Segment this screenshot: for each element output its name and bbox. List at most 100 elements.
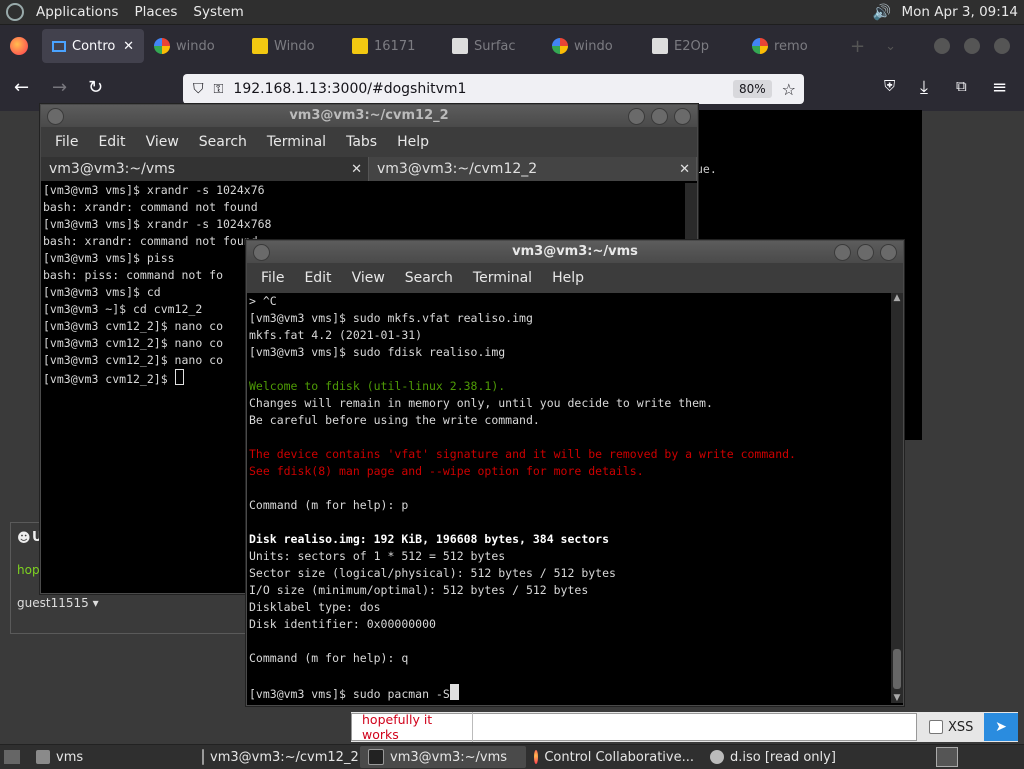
volume-icon[interactable]: 🔊 [873,3,892,21]
top-panel: Applications Places System 🔊 Mon Apr 3, … [0,0,1024,25]
terminal-line: [vm3@vm3 vms]$ xrandr -s 1024x768 [43,217,272,231]
places-menu[interactable]: Places [126,4,185,20]
terminal-line: [vm3@vm3 vms]$ sudo mkfs.vfat realiso.im… [249,311,533,325]
show-desktop-icon[interactable] [4,750,20,764]
terminal-line: Welcome to fdisk (util-linux 2.38.1). [249,379,506,393]
tab-label: E2Op [674,38,709,54]
terminal-scrollbar[interactable]: ▲ ▼ [891,293,903,703]
forward-arrow-icon[interactable]: → [52,77,67,98]
tab-control[interactable]: Contro ✕ [42,29,144,63]
browser-tab[interactable]: Windo [242,29,342,63]
close-tab-icon[interactable]: ✕ [351,162,362,177]
terminal-tab-vms[interactable]: vm3@vm3:~/vms ✕ [41,157,369,181]
browser-tab[interactable]: 16171 [342,29,442,63]
page-info-icon[interactable]: ⚿ [214,82,224,97]
pocket-icon[interactable]: ⛨ [884,77,895,95]
terminal-line: Disk realiso.img: 192 KiB, 196608 bytes,… [249,532,610,546]
menu-tabs[interactable]: Tabs [336,134,387,150]
hamburger-menu-icon[interactable]: ≡ [992,77,1007,98]
browser-tab[interactable]: windo [542,29,642,63]
terminal-window-front[interactable]: vm3@vm3:~/vms File Edit View Search Term… [246,240,904,706]
firefox-menu-icon[interactable] [10,37,28,55]
maximize-icon[interactable] [964,38,980,54]
bookmark-star-icon[interactable]: ☆ [782,80,796,99]
menu-edit[interactable]: Edit [88,134,135,150]
scroll-up-icon[interactable]: ▲ [891,293,903,303]
downloads-icon[interactable]: ⤓ [920,77,928,98]
menu-view[interactable]: View [342,270,395,286]
menu-file[interactable]: File [251,270,294,286]
back-arrow-icon[interactable]: ← [14,77,29,98]
shield-icon[interactable]: ⛉ [193,81,204,97]
taskbar-item-firefox[interactable]: Control Collaborative... [526,746,702,768]
terminal-line: See fdisk(8) man page and --wipe option … [249,464,644,478]
tab-label: Contro [72,38,116,54]
window-title: vm3@vm3:~/cvm12_2 [289,108,449,123]
taskbar-item-iso[interactable]: d.iso [read only] [702,746,868,768]
menu-search[interactable]: Search [189,134,257,150]
google-icon [752,38,768,54]
text-cursor [174,369,184,385]
terminal-line: Disklabel type: dos [249,600,381,614]
username-dropdown[interactable]: guest11515 ▾ [17,596,99,610]
window-menu-icon[interactable] [253,244,270,261]
title-bar[interactable]: vm3@vm3:~/vms [247,241,903,263]
taskbar-item-cvm12[interactable]: vm3@vm3:~/cvm12_2 [194,746,360,768]
close-icon[interactable] [880,244,897,261]
applications-menu[interactable]: Applications [28,4,126,20]
url-bar[interactable]: ⛉ ⚿ 192.168.1.13:3000/#dogshitvm1 80% ☆ [183,74,804,104]
tab-label: Surfac [474,38,516,54]
system-menu[interactable]: System [185,4,251,20]
title-bar[interactable]: vm3@vm3:~/cvm12_2 [41,105,697,127]
chat-input[interactable]: hopefully it works [351,712,917,742]
scroll-thumb[interactable] [893,649,901,689]
scroll-down-icon[interactable]: ▼ [891,693,903,703]
terminal-menubar: File Edit View Search Terminal Tabs Help [41,127,697,157]
terminal-line: Command (m for help): q [249,651,409,665]
menu-help[interactable]: Help [542,270,594,286]
taskbar-item-vms[interactable]: vms [28,746,194,768]
maximize-icon[interactable] [857,244,874,261]
close-icon[interactable] [674,108,691,125]
menu-terminal[interactable]: Terminal [257,134,336,150]
url-text[interactable]: 192.168.1.13:3000/#dogshitvm1 [233,81,466,97]
browser-tab[interactable]: Surfac [442,29,542,63]
terminal-output[interactable]: > ^C [vm3@vm3 vms]$ sudo mkfs.vfat realis… [247,293,903,701]
browser-tab[interactable]: windo [144,29,242,63]
menu-search[interactable]: Search [395,270,463,286]
minimize-icon[interactable] [628,108,645,125]
minimize-icon[interactable] [834,244,851,261]
extensions-icon[interactable]: ⧉ [956,77,967,95]
text-cursor [449,684,459,700]
menu-help[interactable]: Help [387,134,439,150]
taskbar-item-vms-terminal[interactable]: vm3@vm3:~/vms [360,746,526,768]
maximize-icon[interactable] [651,108,668,125]
close-window-icon[interactable] [994,38,1010,54]
clock[interactable]: Mon Apr 3, 09:14 [902,4,1018,20]
zoom-badge[interactable]: 80% [732,80,772,98]
send-button[interactable]: ➤ [984,713,1018,741]
reload-icon[interactable]: ↻ [88,77,103,98]
tab-label: Windo [274,38,315,54]
menu-terminal[interactable]: Terminal [463,270,542,286]
close-tab-icon[interactable]: ✕ [123,39,134,54]
new-tab-icon[interactable]: + [850,36,865,57]
bing-icon [252,38,268,54]
browser-tab[interactable]: remo [742,29,832,63]
menu-view[interactable]: View [136,134,189,150]
terminal-tab-cvm12[interactable]: vm3@vm3:~/cvm12_2 ✕ [369,157,697,181]
list-tabs-icon[interactable]: ⌄ [885,39,896,54]
menu-edit[interactable]: Edit [294,270,341,286]
workspace-switcher-icon[interactable] [936,747,958,767]
browser-tab[interactable]: E2Op [642,29,742,63]
xss-checkbox[interactable] [929,720,943,734]
close-tab-icon[interactable]: ✕ [679,162,690,177]
distro-logo-icon[interactable] [6,3,24,21]
terminal-line: > ^C [249,294,277,308]
menu-file[interactable]: File [45,134,88,150]
tab-label: vm3@vm3:~/cvm12_2 [377,161,538,177]
terminal-line: The device contains 'vfat' signature and… [249,447,796,461]
xss-toggle[interactable]: XSS [929,720,973,735]
minimize-icon[interactable] [934,38,950,54]
window-menu-icon[interactable] [47,108,64,125]
